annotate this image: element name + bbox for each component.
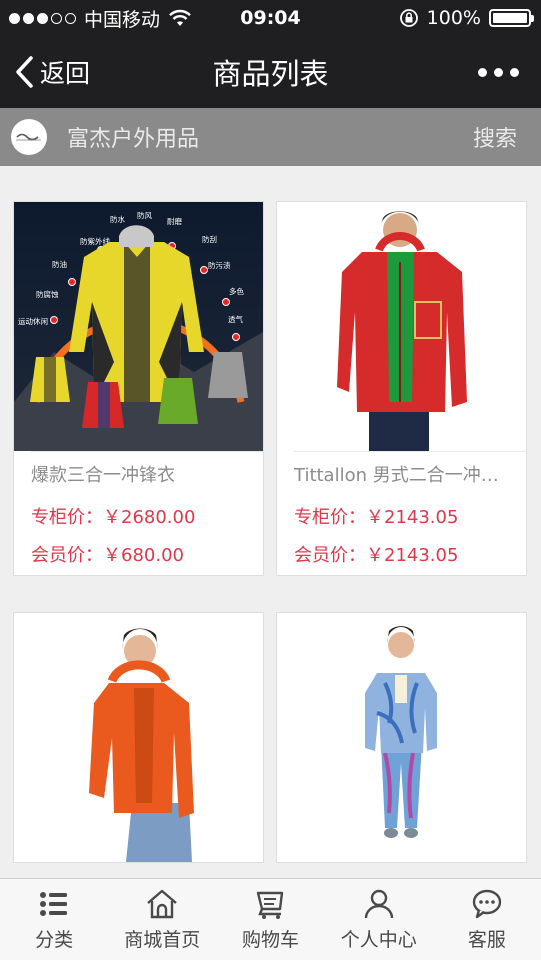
tab-label: 购物车 (242, 929, 300, 951)
feature-label: 耐磨 (167, 216, 182, 226)
tab-label: 个人中心 (340, 929, 417, 951)
tab-home[interactable]: 商城首页 (108, 879, 216, 960)
tab-label: 分类 (35, 929, 74, 951)
counter-price: 专柜价：￥2680.00 (31, 507, 196, 528)
feature-label: 防腐蚀 (36, 289, 59, 299)
tab-profile[interactable]: 个人中心 (325, 879, 433, 960)
product-image (277, 202, 526, 451)
product-card[interactable]: Tittallon 男式二合一冲锋衣 专柜价：￥2143.05 会员价：￥214… (276, 201, 527, 576)
product-image (14, 613, 263, 862)
signal-strength-icon (9, 12, 76, 24)
status-bar: 中国移动 09:04 100% (0, 0, 541, 36)
tab-label: 商城首页 (124, 929, 201, 951)
feature-label: 运动休闲 (18, 316, 48, 326)
back-label: 返回 (40, 59, 91, 88)
battery-icon (489, 9, 534, 27)
more-dots-icon (478, 67, 487, 77)
product-card[interactable] (276, 612, 527, 863)
wifi-icon (169, 9, 191, 26)
feature-label: 防污渍 (208, 260, 231, 270)
cart-icon (256, 891, 283, 919)
navigation-bar: 返回 商品列表 (0, 36, 541, 108)
feature-label: 防水 (110, 214, 125, 224)
tab-service[interactable]: 客服 (433, 879, 541, 960)
chevron-left-icon (16, 56, 33, 88)
back-button[interactable]: 返回 (14, 54, 90, 90)
product-card[interactable] (13, 612, 264, 863)
feature-label: 防刮 (202, 234, 217, 244)
list-icon (40, 892, 68, 916)
product-grid: 防水 防风 耐磨 防紫外线 防刮 防油 防污渍 防腐蚀 多色 运动休闲 透气 爆… (0, 166, 541, 878)
tab-category[interactable]: 分类 (0, 879, 108, 960)
feature-label: 防油 (52, 259, 67, 269)
more-menu-button[interactable] (478, 67, 519, 77)
carrier-name: 中国移动 (84, 8, 161, 31)
shop-header: 富杰户外用品 搜索 (0, 108, 541, 166)
product-name: 爆款三合一冲锋衣 (31, 451, 263, 499)
shop-logo[interactable] (11, 119, 47, 155)
tab-label: 客服 (467, 929, 506, 951)
shop-logo-mark (16, 133, 41, 141)
search-button[interactable]: 搜索 (473, 121, 517, 153)
rotation-lock-icon (399, 9, 418, 27)
product-image (277, 613, 526, 862)
battery-percent: 100% (426, 7, 481, 29)
feature-label: 防风 (137, 210, 152, 220)
member-price: 会员价：￥680.00 (31, 545, 184, 566)
product-name: Tittallon 男式二合一冲锋衣 (294, 451, 526, 499)
feature-label: 透气 (228, 314, 243, 324)
product-image: 防水 防风 耐磨 防紫外线 防刮 防油 防污渍 防腐蚀 多色 运动休闲 透气 (14, 202, 263, 451)
tab-cart[interactable]: 购物车 (216, 879, 324, 960)
shop-name[interactable]: 富杰户外用品 (67, 121, 199, 153)
member-price: 会员价：￥2143.05 (294, 545, 459, 566)
product-card[interactable]: 防水 防风 耐磨 防紫外线 防刮 防油 防污渍 防腐蚀 多色 运动休闲 透气 爆… (13, 201, 264, 576)
chat-icon (472, 889, 502, 919)
bottom-tab-bar: 分类 商城首页 购物车 个人中心 客服 (0, 878, 541, 960)
home-icon (147, 889, 178, 919)
feature-label: 多色 (229, 286, 244, 296)
counter-price: 专柜价：￥2143.05 (294, 507, 459, 528)
user-icon (364, 889, 393, 919)
